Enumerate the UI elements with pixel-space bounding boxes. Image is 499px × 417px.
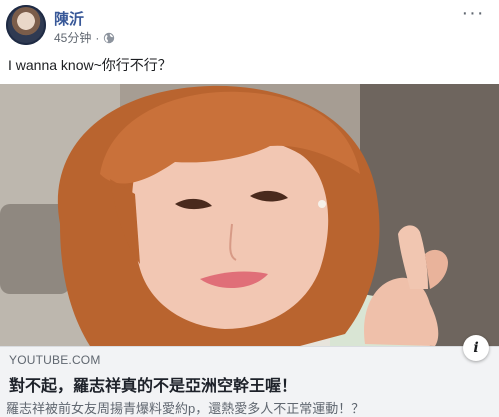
meta-separator: · <box>95 30 100 45</box>
post-timestamp[interactable]: 45分钟 <box>54 29 91 46</box>
post-meta: 45分钟 · <box>54 29 115 46</box>
author-name[interactable]: 陳沂 <box>54 8 84 29</box>
post-message: I wanna know~你行不行？ <box>8 57 172 73</box>
more-options-button[interactable]: ··· <box>461 3 485 26</box>
preview-domain: YOUTUBE.COM <box>9 353 101 367</box>
link-preview-card[interactable]: YOUTUBE.COM 對不起，羅志祥真的不是亞洲空幹王喔！ 羅志祥被前女友周揚… <box>0 335 499 417</box>
link-preview-image[interactable] <box>0 84 499 346</box>
more-dots-icon: ··· <box>461 2 485 24</box>
preview-title[interactable]: 對不起，羅志祥真的不是亞洲空幹王喔！ <box>9 372 297 396</box>
preview-description: 羅志祥被前女友周揚青爆料愛約p，還熱愛多人不正常運動！？ <box>6 401 365 416</box>
facebook-post: 陳沂 45分钟 · ··· I wanna know~你行不行？ YOUTUBE… <box>0 0 499 417</box>
info-icon: i <box>473 340 479 356</box>
post-header: 陳沂 45分钟 · ··· <box>0 0 499 52</box>
globe-icon[interactable] <box>103 32 115 44</box>
author-avatar[interactable] <box>6 5 46 45</box>
info-button[interactable]: i <box>463 335 489 361</box>
